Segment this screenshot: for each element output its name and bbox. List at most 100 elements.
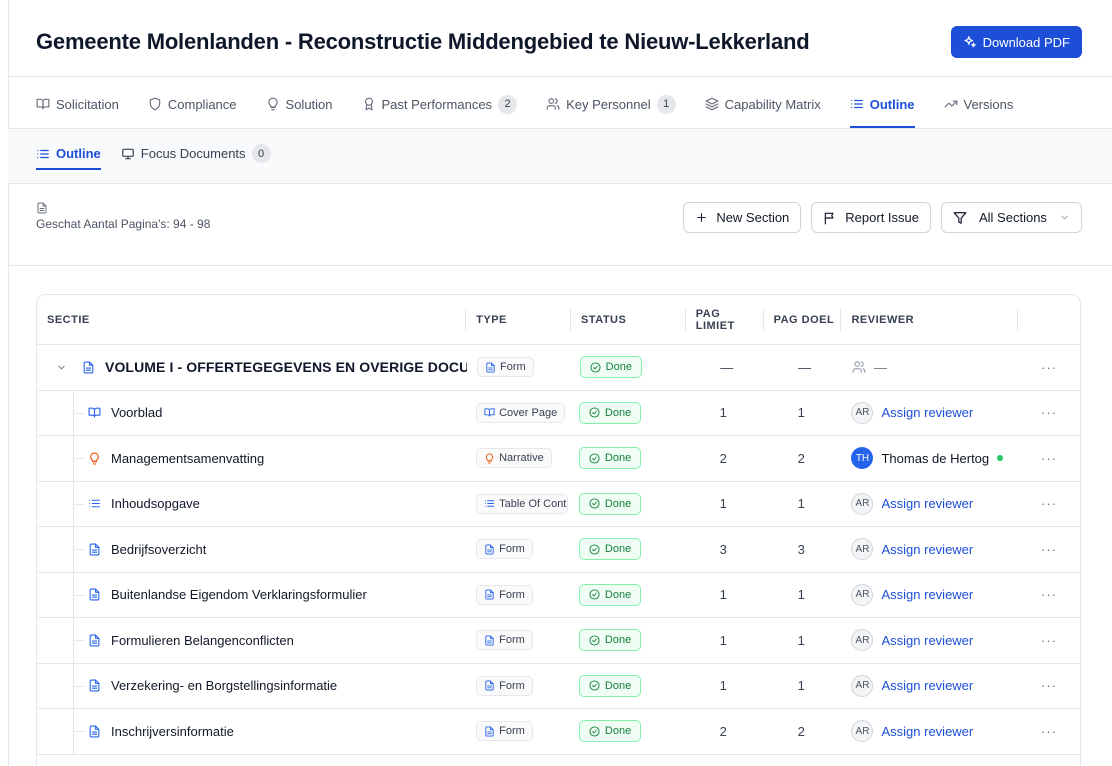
more-actions-button[interactable]: ··· — [1018, 709, 1080, 754]
page-limit-cell[interactable]: 3 — [686, 527, 764, 572]
type-badge: Table Of Cont — [476, 493, 569, 514]
page-goal-cell[interactable]: 2 — [764, 709, 842, 754]
tab-label: Compliance — [167, 96, 237, 112]
online-status-dot — [997, 455, 1004, 462]
table-row[interactable]: Inschrijversinformatie Form Done 2 2 AR … — [37, 709, 1080, 755]
page-goal-cell[interactable]: 2 — [764, 436, 842, 481]
section-title[interactable]: Verzekering- en Borgstellingsinformatie — [111, 678, 337, 693]
col-status[interactable]: STATUS — [571, 308, 686, 331]
report-issue-label: Report Issue — [845, 210, 919, 225]
section-cell: Voorblad — [37, 390, 466, 436]
chevron-down-icon[interactable] — [55, 360, 67, 374]
tab-outline[interactable]: Outline — [849, 80, 915, 128]
section-title[interactable]: Formulieren Belangenconflicten — [111, 633, 294, 648]
volume-title[interactable]: VOLUME I - OFFERTEGEGEVENS EN OVERIGE DO… — [105, 359, 467, 375]
section-title[interactable]: Bedrijfsoverzicht — [111, 542, 206, 557]
page-goal-cell[interactable]: 1 — [764, 482, 842, 527]
page-goal-cell[interactable]: 1 — [764, 391, 842, 436]
more-actions-button[interactable]: ··· — [1018, 482, 1080, 527]
tab-versions[interactable]: Versions — [944, 80, 1013, 128]
status-badge[interactable]: Done — [578, 720, 642, 743]
status-badge[interactable]: Done — [578, 674, 642, 697]
tab-past-performances[interactable]: Past Performances 2 — [362, 80, 518, 128]
book-open-icon — [36, 97, 50, 111]
col-page-limit[interactable]: PAG LIMIET — [686, 308, 764, 332]
assign-reviewer-link[interactable]: Assign reviewer — [881, 724, 973, 739]
status-badge[interactable]: Done — [578, 401, 642, 424]
page-goal-cell[interactable]: 1 — [764, 664, 842, 709]
section-filter-select[interactable]: All Sections — [941, 202, 1082, 233]
status-badge[interactable]: Done — [578, 492, 642, 515]
more-actions-button[interactable]: ··· — [1018, 345, 1080, 390]
table-row[interactable]: Inhoudsopgave Table Of Cont Done 1 1 AR … — [37, 481, 1080, 527]
status-label: Done — [604, 497, 632, 510]
assign-reviewer-link[interactable]: Assign reviewer — [881, 405, 973, 420]
table-row[interactable]: Formulieren Belangenconflicten Form Done… — [37, 618, 1080, 664]
avatar[interactable]: TH — [851, 447, 874, 470]
table-row[interactable]: Buitenlandse Eigendom Verklaringsformuli… — [37, 572, 1080, 618]
subtab-focus-documents[interactable]: Focus Documents 0 — [121, 137, 271, 170]
section-title[interactable]: Buitenlandse Eigendom Verklaringsformuli… — [111, 587, 367, 602]
tab-label: Past Performances — [381, 96, 493, 112]
col-page-goal[interactable]: PAG DOEL — [764, 308, 842, 331]
tree-connector — [53, 527, 85, 572]
assign-reviewer-link[interactable]: Assign reviewer — [881, 496, 973, 511]
tab-compliance[interactable]: Compliance — [148, 80, 237, 128]
tab-label: Capability Matrix — [724, 96, 821, 112]
page-goal-cell[interactable]: 1 — [764, 618, 842, 663]
status-badge[interactable]: Done — [578, 538, 642, 561]
table-row[interactable]: Verzekering- en Borgstellingsinformatie … — [37, 663, 1080, 709]
page-limit-cell[interactable]: 1 — [686, 573, 764, 618]
status-label: Done — [604, 452, 632, 465]
status-badge[interactable]: Done — [578, 583, 642, 606]
more-actions-button[interactable]: ··· — [1018, 573, 1080, 618]
section-title[interactable]: Voorblad — [111, 405, 162, 420]
more-actions-button[interactable]: ··· — [1018, 618, 1080, 663]
table-row[interactable]: Managementsamenvatting Narrative Done 2 … — [37, 436, 1080, 482]
assign-reviewer-link[interactable]: Assign reviewer — [881, 678, 973, 693]
status-badge[interactable]: Done — [578, 629, 642, 652]
col-type[interactable]: TYPE — [466, 308, 571, 331]
more-actions-button[interactable]: ··· — [1018, 391, 1080, 436]
page-goal-cell[interactable]: 3 — [764, 527, 842, 572]
assign-reviewer-link[interactable]: Assign reviewer — [881, 587, 973, 602]
col-section[interactable]: SECTIE — [37, 308, 467, 331]
page-limit-cell[interactable]: 1 — [686, 664, 764, 709]
section-title[interactable]: Managementsamenvatting — [111, 451, 264, 466]
subtab-outline[interactable]: Outline — [36, 137, 101, 170]
tab-capability-matrix[interactable]: Capability Matrix — [705, 80, 821, 128]
tab-solution[interactable]: Solution — [266, 80, 333, 128]
report-issue-button[interactable]: Report Issue — [811, 202, 931, 233]
assign-reviewer-link[interactable]: Assign reviewer — [881, 542, 973, 557]
page-limit-cell[interactable]: 2 — [686, 436, 764, 481]
page-goal-cell: — — [798, 359, 812, 375]
status-label: Done — [604, 588, 632, 601]
status-label: Done — [604, 725, 632, 738]
table-row[interactable]: Voorblad Cover Page Done 1 1 AR Assign r… — [37, 390, 1080, 436]
col-reviewer[interactable]: REVIEWER — [841, 308, 1019, 331]
tab-key-personnel[interactable]: Key Personnel 1 — [546, 80, 676, 128]
table-row[interactable]: Bedrijfsoverzicht Form Done 3 3 AR Assig… — [37, 527, 1080, 573]
page-limit-cell: — — [720, 359, 734, 375]
more-actions-button[interactable]: ··· — [1018, 436, 1080, 481]
status-badge[interactable]: Done — [579, 356, 642, 379]
page-limit-cell[interactable]: 1 — [686, 482, 764, 527]
section-title[interactable]: Inschrijversinformatie — [111, 724, 234, 739]
tab-solicitation[interactable]: Solicitation — [36, 80, 119, 128]
file-text-icon — [485, 362, 496, 373]
reviewer-name[interactable]: Thomas de Hertog — [881, 451, 989, 466]
assign-reviewer-link[interactable]: Assign reviewer — [881, 633, 973, 648]
page-limit-cell[interactable]: 1 — [686, 391, 764, 436]
status-cell: Done — [571, 391, 686, 436]
more-actions-button[interactable]: ··· — [1018, 664, 1080, 709]
status-badge[interactable]: Done — [578, 447, 642, 470]
new-section-button[interactable]: New Section — [683, 202, 802, 233]
download-pdf-button[interactable]: Download PDF — [950, 26, 1082, 58]
page-goal-cell[interactable]: 1 — [764, 573, 842, 618]
section-title[interactable]: Inhoudsopgave — [111, 496, 200, 511]
page-limit-cell[interactable]: 2 — [686, 709, 764, 754]
status-label: Done — [604, 406, 632, 419]
more-actions-button[interactable]: ··· — [1018, 527, 1080, 572]
page-limit-cell[interactable]: 1 — [686, 618, 764, 663]
volume-row[interactable]: VOLUME I - OFFERTEGEGEVENS EN OVERIGE DO… — [37, 345, 1080, 391]
